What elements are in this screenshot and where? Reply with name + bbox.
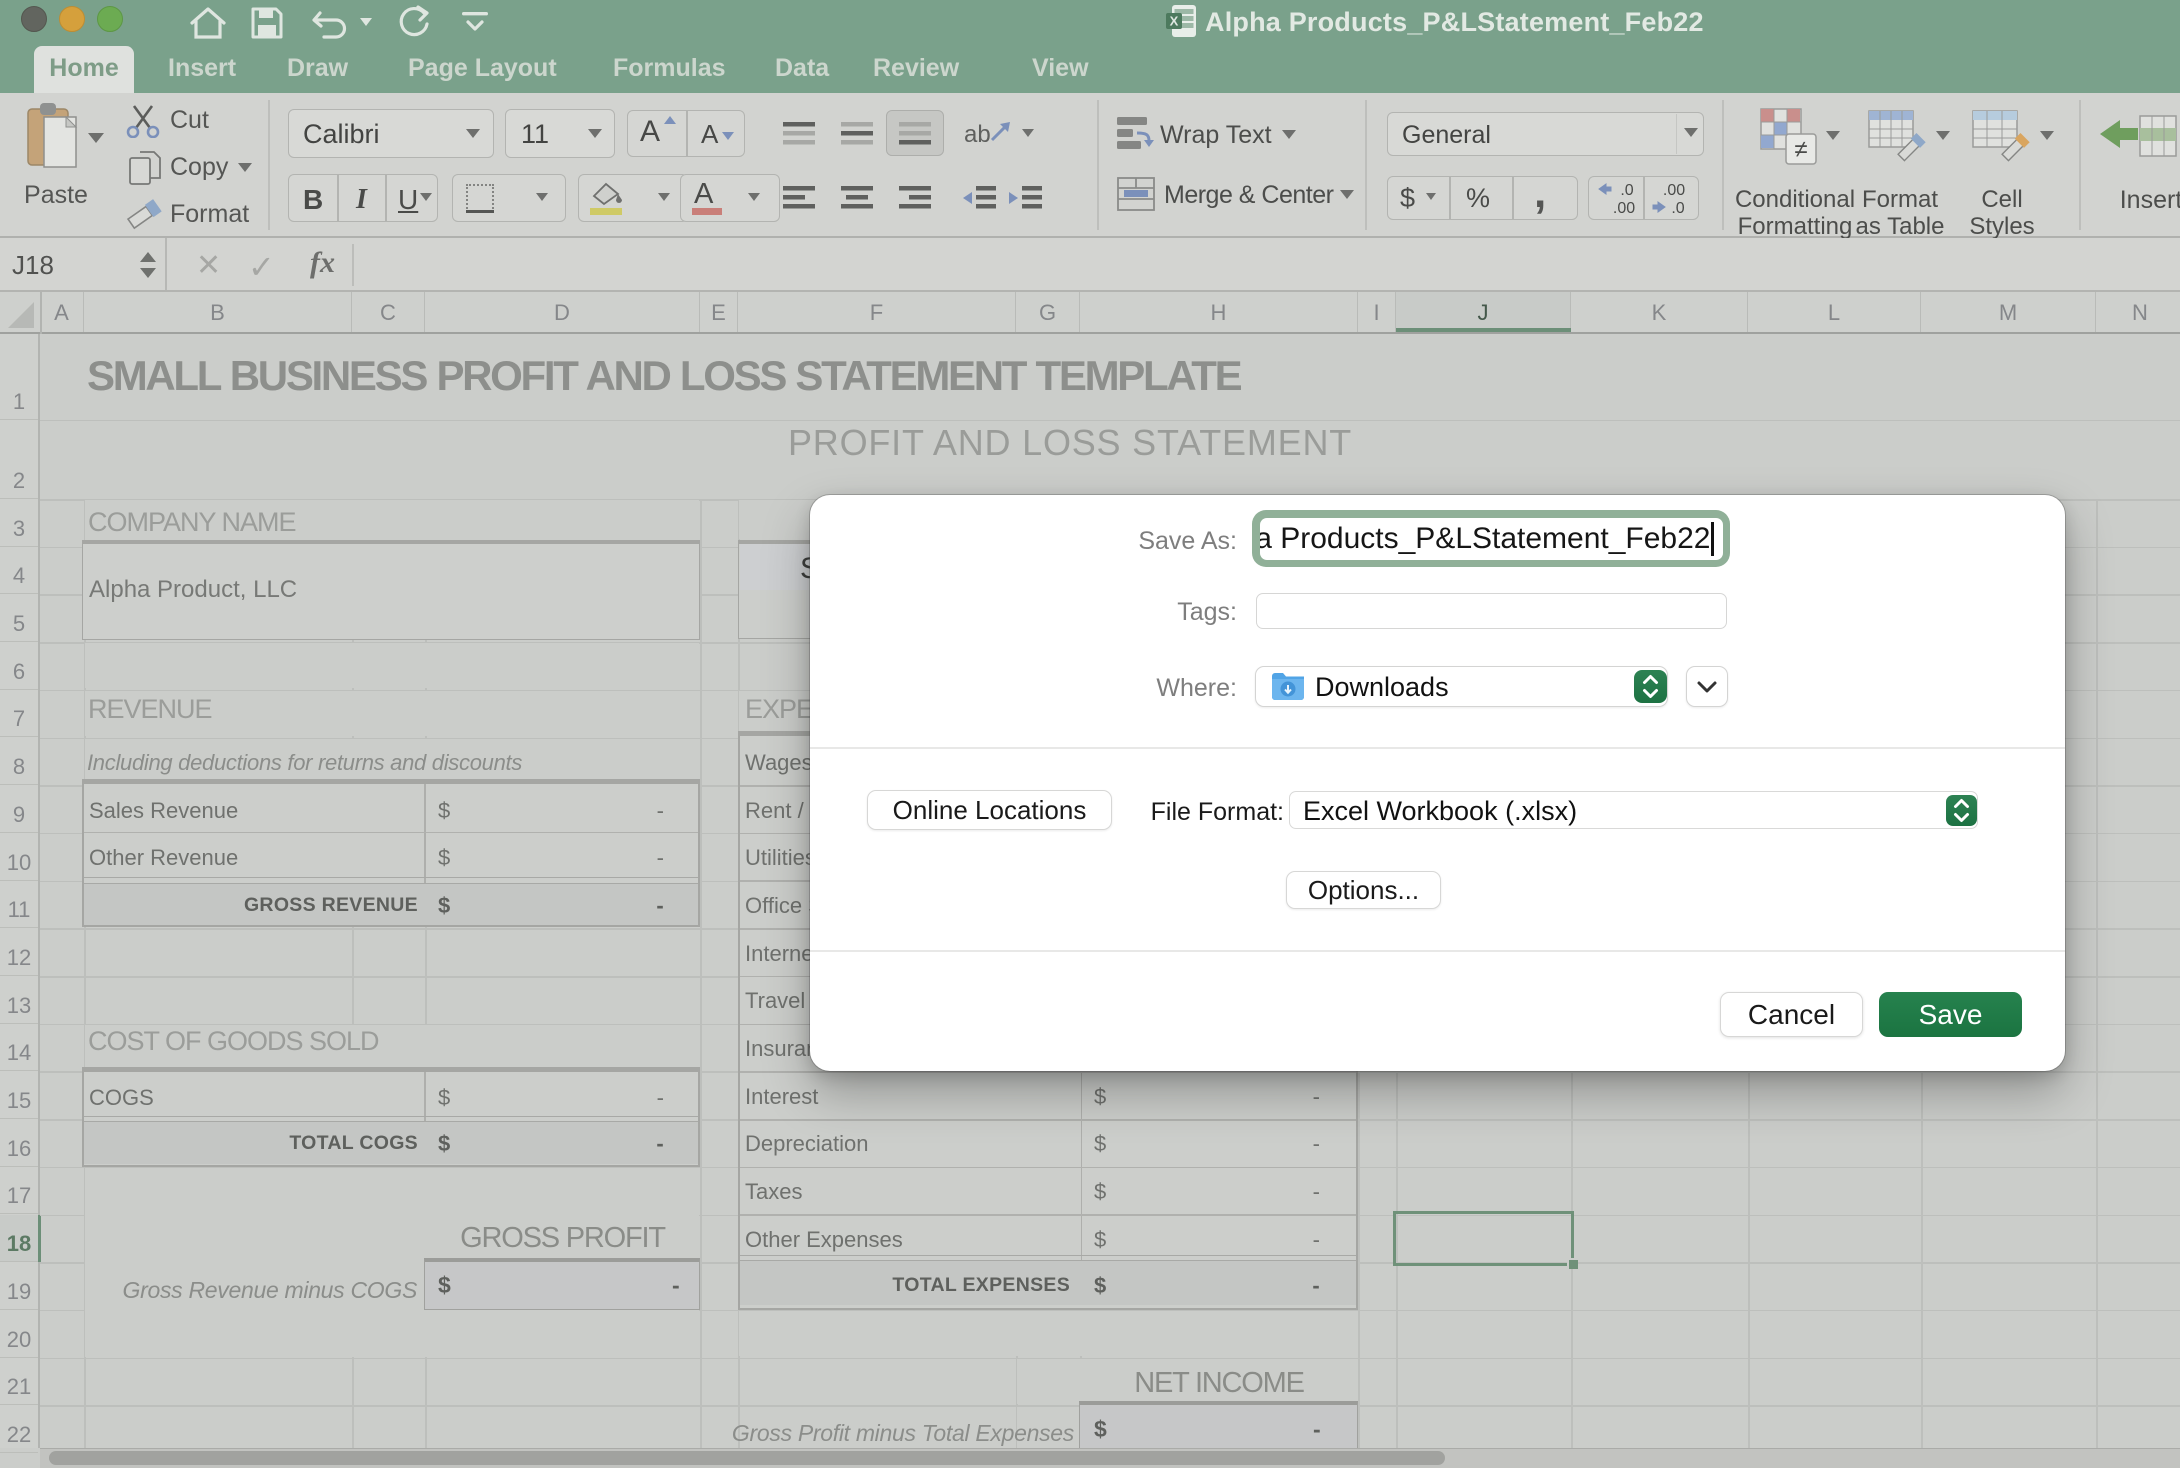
svg-text:ab: ab — [964, 121, 991, 148]
svg-text:≠: ≠ — [1794, 136, 1807, 163]
svg-text:.00: .00 — [1663, 182, 1685, 199]
svg-text:.0: .0 — [1671, 200, 1684, 215]
svg-text:.00: .00 — [1613, 200, 1635, 215]
svg-text:.0: .0 — [1620, 182, 1633, 199]
